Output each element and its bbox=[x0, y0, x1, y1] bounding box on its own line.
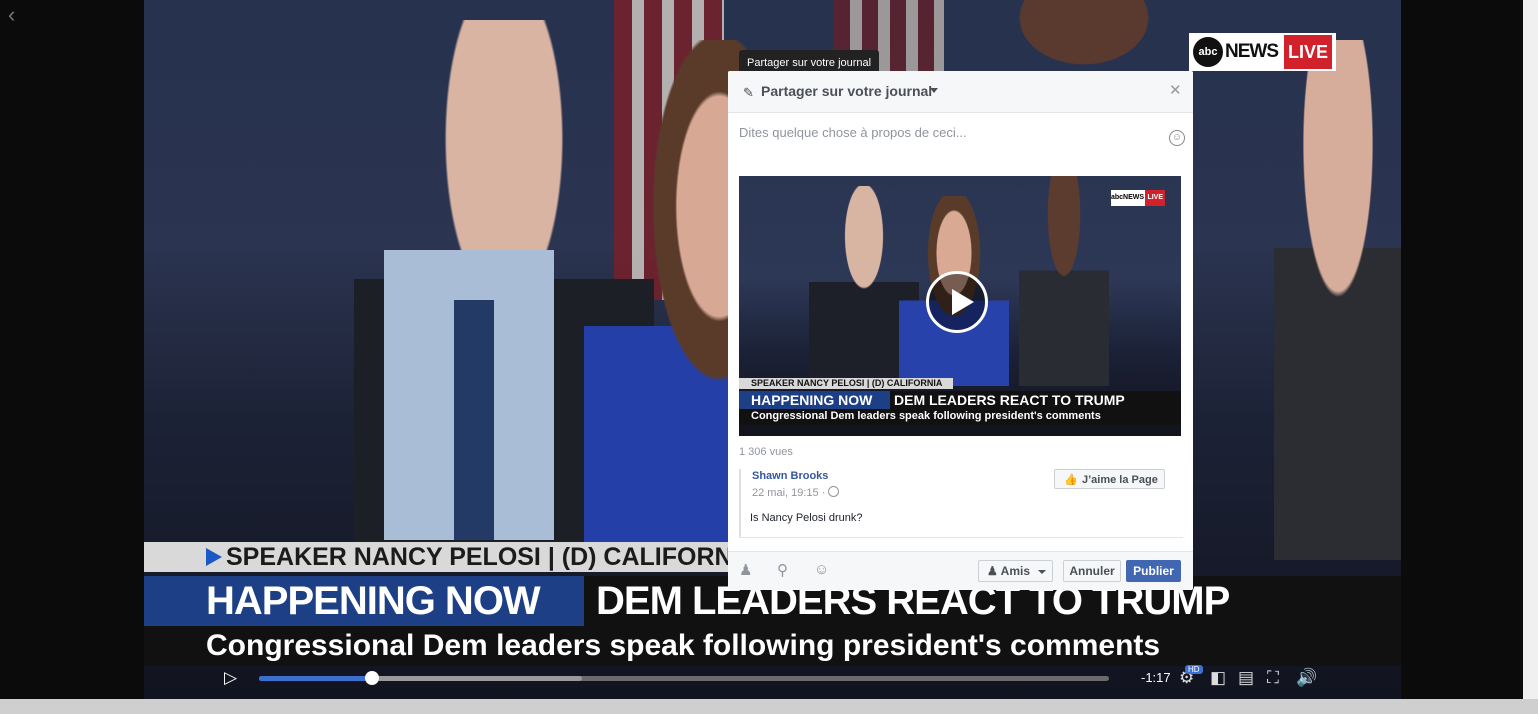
audience-label: Amis bbox=[1000, 564, 1030, 578]
audience-selector[interactable]: ♟ Amis bbox=[978, 560, 1053, 582]
volume-icon[interactable]: 🔊 bbox=[1296, 668, 1317, 688]
video-thumbnail[interactable]: abcNEWS LIVE SPEAKER NANCY PELOSI | (D) … bbox=[739, 176, 1181, 436]
share-dialog: ✎ Partager sur votre journal ✕ Dites que… bbox=[728, 71, 1193, 590]
hd-badge: HD bbox=[1185, 665, 1203, 674]
thumbnail-logo: abcNEWS LIVE bbox=[1111, 190, 1165, 206]
close-icon[interactable]: ✕ bbox=[1169, 81, 1182, 99]
like-page-button[interactable]: 👍 J’aime la Page bbox=[1054, 469, 1165, 489]
speaker-banner: SPEAKER NANCY PELOSI | (D) CALIFORNIA bbox=[144, 542, 774, 572]
progress-played bbox=[259, 676, 373, 681]
thumbnail-logo-news: abcNEWS bbox=[1111, 194, 1145, 201]
dialog-header: ✎ Partager sur votre journal ✕ bbox=[728, 71, 1193, 113]
view-count: 1 306 vues bbox=[739, 446, 793, 458]
chevron-left-icon[interactable]: ‹ bbox=[8, 4, 15, 26]
news-logo-text: NEWS bbox=[1225, 41, 1279, 62]
thumbnail-subline: Congressional Dem leaders speak followin… bbox=[739, 409, 1181, 425]
thumbs-up-icon: 👍 bbox=[1064, 474, 1078, 486]
share-destination-dropdown[interactable]: Partager sur votre journal bbox=[761, 83, 932, 99]
tag-friends-icon[interactable]: ♟ bbox=[739, 561, 752, 579]
post-author-link[interactable]: Shawn Brooks bbox=[752, 470, 828, 482]
cancel-button[interactable]: Annuler bbox=[1063, 560, 1121, 582]
globe-icon bbox=[828, 486, 840, 497]
abc-logo-mark: abc bbox=[1193, 37, 1223, 67]
play-triangle-icon bbox=[206, 548, 222, 566]
person-tie bbox=[454, 300, 494, 540]
time-remaining: -1:17 bbox=[1141, 670, 1171, 685]
thumbnail-happening-now: HAPPENING NOW bbox=[739, 391, 890, 409]
post-date-text: 22 mai, 19:15 · bbox=[752, 487, 826, 499]
shared-post: Shawn Brooks 22 mai, 19:15 · Is Nancy Pe… bbox=[739, 469, 1183, 538]
progress-scrubber[interactable] bbox=[365, 671, 380, 685]
scrollbar-track[interactable] bbox=[1523, 0, 1538, 699]
feeling-icon[interactable]: ☺ bbox=[814, 561, 829, 578]
thumbnail-speaker-banner: SPEAKER NANCY PELOSI | (D) CALIFORNIA bbox=[739, 378, 953, 389]
location-icon[interactable]: ⚲ bbox=[777, 561, 788, 579]
publish-button[interactable]: Publier bbox=[1126, 560, 1181, 582]
page-bottom-edge bbox=[0, 699, 1538, 714]
happening-now-label: HAPPENING NOW bbox=[144, 576, 584, 626]
person-figure bbox=[1274, 40, 1401, 560]
pencil-icon: ✎ bbox=[743, 85, 754, 100]
person-figure bbox=[1019, 176, 1109, 386]
progress-bar[interactable] bbox=[259, 671, 1109, 685]
like-page-label: J’aime la Page bbox=[1082, 474, 1158, 486]
picture-in-picture-icon[interactable]: ◧ bbox=[1210, 668, 1226, 688]
cast-icon[interactable]: ▤ bbox=[1238, 668, 1254, 688]
play-icon[interactable] bbox=[926, 271, 988, 333]
emoji-icon[interactable]: ☺ bbox=[1169, 130, 1185, 146]
caret-down-icon[interactable] bbox=[930, 88, 938, 93]
play-icon[interactable]: ▷ bbox=[224, 668, 237, 688]
abc-news-live-logo: abc NEWS LIVE bbox=[1189, 33, 1336, 71]
caret-down-icon bbox=[1038, 570, 1046, 574]
friends-icon: ♟ bbox=[987, 564, 998, 578]
composer-input[interactable]: Dites quelque chose à propos de ceci... bbox=[739, 125, 967, 140]
thumbnail-live-badge: LIVE bbox=[1145, 190, 1165, 206]
post-date: 22 mai, 19:15 · bbox=[752, 486, 840, 499]
thumbnail-headline-bar: HAPPENING NOW DEM LEADERS REACT TO TRUMP bbox=[739, 391, 1181, 409]
speaker-text: SPEAKER NANCY PELOSI | (D) CALIFORNIA bbox=[226, 543, 758, 571]
dialog-footer: ♟ ⚲ ☺ ♟ Amis Annuler Publier bbox=[728, 551, 1193, 590]
video-controls: ▷ -1:17 ⚙ HD ◧ ▤ ⛶ 🔊 bbox=[144, 660, 1401, 699]
post-text: Is Nancy Pelosi drunk? bbox=[750, 512, 863, 524]
fullscreen-icon[interactable]: ⛶ bbox=[1267, 668, 1279, 688]
thumbnail-headline: DEM LEADERS REACT TO TRUMP bbox=[894, 392, 1125, 408]
live-badge: LIVE bbox=[1284, 35, 1333, 69]
